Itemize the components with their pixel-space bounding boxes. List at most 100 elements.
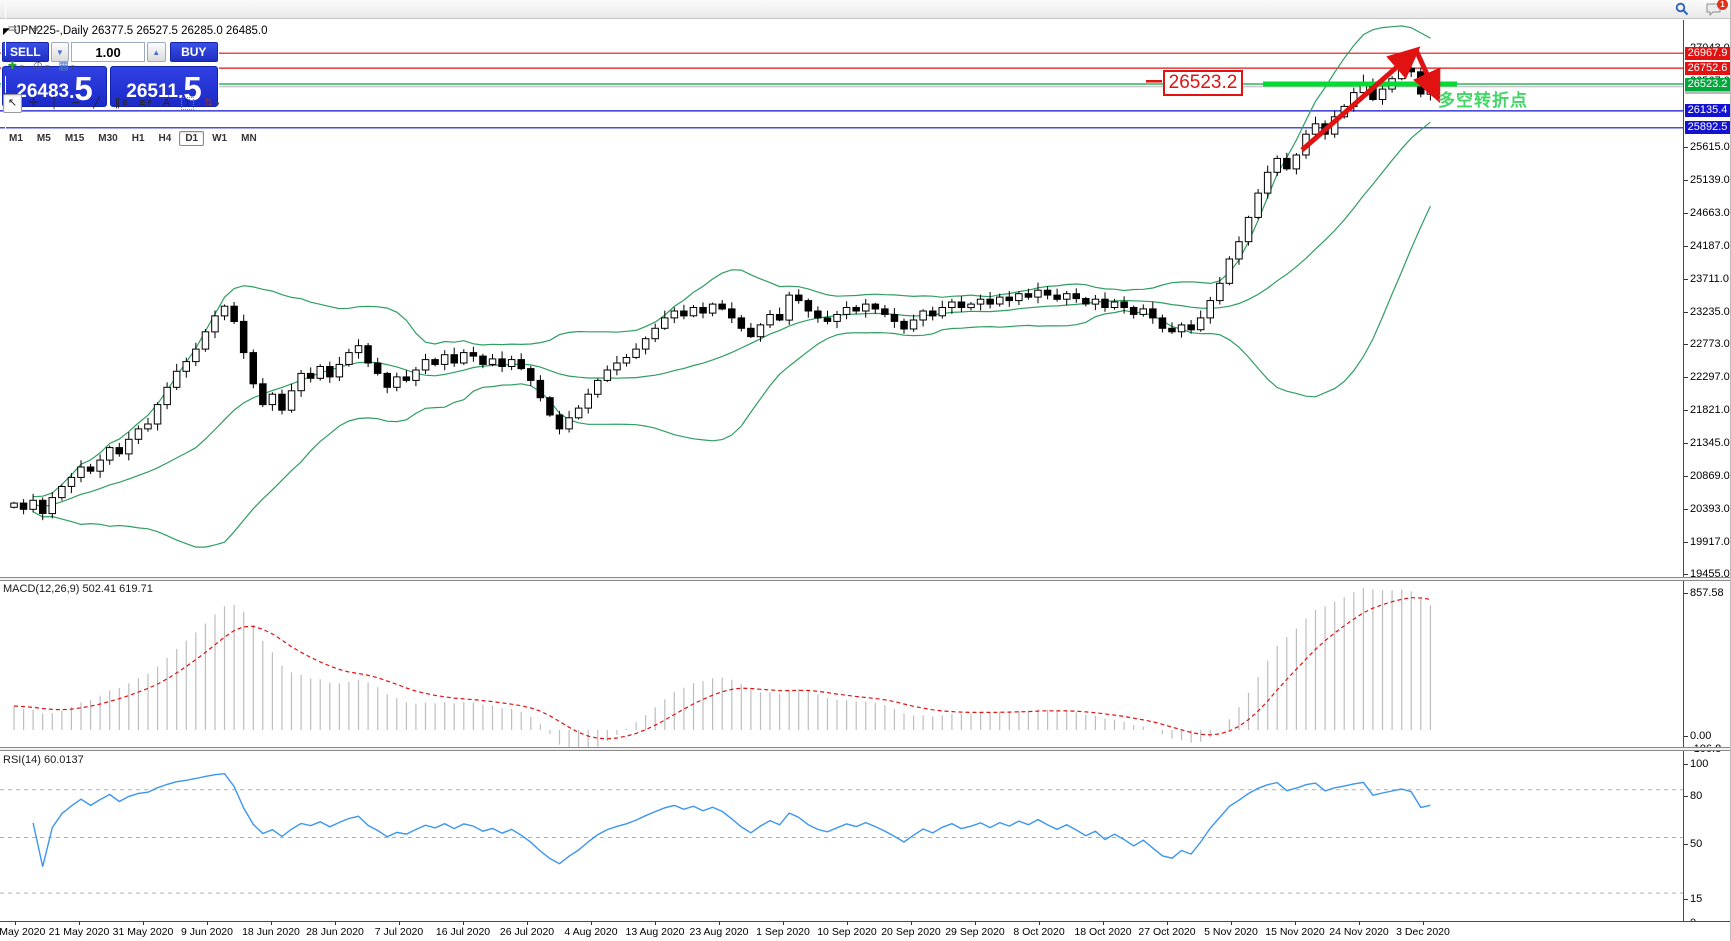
date-label: 28 Jun 2020: [306, 926, 364, 938]
timeframe-d1[interactable]: D1: [179, 131, 205, 146]
indicators-dropdown-icon[interactable]: ▾: [20, 63, 24, 71]
vertical-line-icon: │: [51, 97, 58, 109]
arrow-tools-button[interactable]: ⇅ ▾: [199, 94, 223, 113]
timeframe-h4[interactable]: H4: [153, 131, 178, 146]
fibonacci-button[interactable]: ≡ F: [133, 94, 155, 113]
support-level-bar[interactable]: [1263, 81, 1457, 87]
date-label: 18 Jun 2020: [242, 926, 300, 938]
chart-shift-icon: ⇥: [28, 23, 39, 35]
periods-dropdown-icon[interactable]: ▾: [46, 63, 50, 71]
templates-button[interactable]: ▦ ▾: [54, 57, 78, 76]
toolbar-separator: [5, 2, 6, 19]
timeframe-m1[interactable]: M1: [3, 131, 29, 146]
indicators-button[interactable]: ✚ ▾: [3, 57, 27, 76]
toolbar-separator: [5, 113, 6, 130]
toolbar-group: ⇉ ⇥: [2, 20, 264, 39]
rsi-line: [32, 772, 1431, 867]
crosshair-button[interactable]: ✛: [24, 94, 43, 113]
macd-pane[interactable]: [0, 581, 1683, 747]
price-level-label: 26967.9: [1685, 46, 1730, 60]
text-button[interactable]: A: [157, 94, 176, 113]
timeframe-m30[interactable]: M30: [92, 131, 123, 146]
search-button[interactable]: [1672, 0, 1692, 19]
price-tick-label: 21345.0: [1690, 437, 1730, 450]
date-label: 10 Sep 2020: [817, 926, 877, 938]
text-label-icon: T: [180, 97, 194, 110]
fibonacci-sub-label: F: [147, 100, 152, 107]
timeframe-m5[interactable]: M5: [31, 131, 57, 146]
date-label: 27 Oct 2020: [1138, 926, 1196, 938]
date-axis[interactable]: 12 May 202021 May 202031 May 2020 9 Jun 2…: [0, 921, 1731, 941]
date-tick: [591, 922, 592, 925]
price-level-label: 26135.4: [1685, 104, 1730, 118]
date-tick: [1295, 922, 1296, 925]
auto-scroll-button[interactable]: ⇉: [3, 20, 22, 39]
date-label: 12 May 2020: [0, 926, 46, 938]
price-tick-label: 100: [1690, 758, 1709, 770]
date-tick: [271, 922, 272, 925]
trendline-button[interactable]: ╱: [87, 94, 106, 113]
price-tick-label: 22773.0: [1690, 338, 1730, 351]
axis-tick: [1684, 542, 1688, 544]
date-tick: [1039, 922, 1040, 925]
date-label: 3 Dec 2020: [1396, 926, 1450, 938]
price-tick-label: 23711.0: [1690, 273, 1729, 286]
date-label: 8 Oct 2020: [1013, 926, 1065, 938]
text-label-button[interactable]: T: [178, 94, 197, 113]
axis-tick: [1684, 410, 1688, 412]
horizontal-line-button[interactable]: ─: [66, 94, 85, 113]
timeframe-m15[interactable]: M15: [59, 131, 90, 146]
pane-separator[interactable]: [0, 747, 1731, 751]
price-tick-label: 19917.0: [1690, 536, 1730, 549]
templates-dropdown-icon[interactable]: ▾: [71, 63, 75, 71]
pane-separator[interactable]: [0, 577, 1731, 581]
date-tick: [1103, 922, 1104, 925]
axis-tick: [1684, 764, 1688, 765]
turning-point-note[interactable]: 多空转折点: [1438, 86, 1528, 111]
equidistant-channel-sub-label: E: [123, 100, 128, 107]
equidistant-channel-button[interactable]: ∥ E: [108, 94, 131, 113]
price-level-label: 25892.5: [1685, 121, 1730, 135]
crosshair-icon: ✛: [28, 97, 39, 109]
axis-tick: [1684, 574, 1688, 576]
macd-histogram: [13, 587, 1432, 747]
axis-tick: [1684, 279, 1688, 281]
toolbar-buttons: ◫⊟⊞新订单✎☻◉▶自动交易┃┃▌▮∿⊕⊖⊞⇉⇥✚▾◷▾▦▾↖✛│─╱∥E≡FA…: [2, 0, 264, 146]
axis-tick: [1684, 844, 1688, 845]
vertical-line-button[interactable]: │: [45, 94, 64, 113]
price-level-label: 26523.2: [1685, 77, 1730, 91]
toolbar: ◫⊟⊞新订单✎☻◉▶自动交易┃┃▌▮∿⊕⊖⊞⇉⇥✚▾◷▾▦▾↖✛│─╱∥E≡FA…: [0, 0, 1731, 146]
date-tick: [1167, 922, 1168, 925]
price-tick-label: 21821.0: [1690, 404, 1730, 417]
timeframe-mn[interactable]: MN: [235, 131, 263, 146]
price-tick-label: 20869.0: [1690, 470, 1730, 483]
timeframe-h1[interactable]: H1: [126, 131, 151, 146]
rsi-pane[interactable]: [0, 751, 1683, 921]
date-label: 16 Jul 2020: [435, 926, 491, 938]
axis-tick: [1684, 736, 1688, 737]
price-tick-label: 24187.0: [1690, 240, 1730, 253]
toolbar-group: ✚ ▾ ◷ ▾ ▦ ▾: [2, 57, 264, 76]
price-tag-annotation[interactable]: 26523.2: [1163, 70, 1243, 96]
zoom-out-button[interactable]: ⊖: [24, 0, 43, 2]
periods-button[interactable]: ◷ ▾: [29, 57, 53, 76]
timeframe-w1[interactable]: W1: [206, 131, 233, 146]
arrow-tools-dropdown-icon[interactable]: ▾: [216, 100, 220, 108]
mt4-window: ◫⊟⊞新订单✎☻◉▶自动交易┃┃▌▮∿⊕⊖⊞⇉⇥✚▾◷▾▦▾↖✛│─╱∥E≡FA…: [0, 0, 1731, 941]
price-tick-label: 857.58: [1690, 587, 1724, 599]
price-axis[interactable]: 27043.026567.026091.026485.025615.025139…: [1683, 20, 1731, 929]
axis-tick: [1684, 593, 1688, 594]
date-tick: [143, 922, 144, 925]
date-label: 20 Sep 2020: [881, 926, 941, 938]
tile-windows-button[interactable]: ⊞: [45, 0, 64, 2]
date-tick: [399, 922, 400, 925]
date-tick: [975, 922, 976, 925]
cursor-button[interactable]: ↖: [3, 94, 22, 113]
notifications-button[interactable]: 1: [1703, 0, 1728, 19]
arrow-tools-icon: ⇅: [203, 97, 214, 109]
price-tick-label: 15: [1690, 893, 1703, 905]
toolbar-separator: [5, 39, 6, 56]
chart-shift-button[interactable]: ⇥: [24, 20, 43, 39]
axis-tick: [1684, 180, 1688, 181]
price-tick-label: 25615.0: [1690, 141, 1730, 153]
